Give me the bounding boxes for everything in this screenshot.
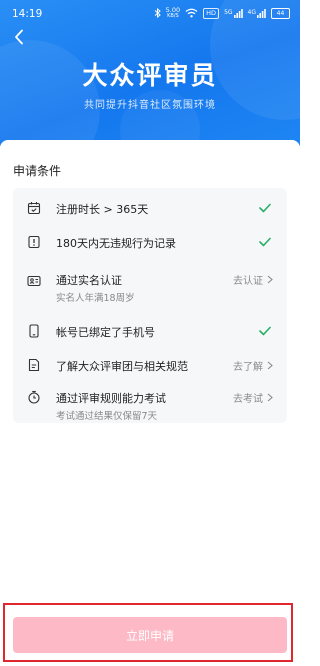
signal-4g: 4G — [248, 8, 266, 18]
condition-sub: 考试通过结果仅保留7天 — [56, 411, 158, 422]
calendar-icon — [27, 202, 41, 215]
reviewer-application-page: 14:19 5.00 KB/S HD 5G 4G 44 大众评审员 共同提升抖音… — [0, 0, 300, 666]
net-speed: 5.00 KB/S — [166, 7, 180, 19]
document-icon — [28, 358, 40, 372]
condition-label: 了解大众评审团与相关规范 — [56, 360, 188, 373]
stopwatch-icon — [28, 390, 40, 404]
header-banner: 14:19 5.00 KB/S HD 5G 4G 44 大众评审员 共同提升抖音… — [0, 0, 300, 146]
page-title: 大众评审员 — [82, 61, 218, 90]
condition-row-real-name: 通过实名认证 实名人年满18周岁 去认证 — [13, 262, 287, 308]
signal-5g-label: 5G — [224, 9, 233, 16]
status-icons: 5.00 KB/S HD 5G 4G 44 — [154, 7, 290, 19]
content-sheet: 申请条件 注册时长 > 365天 180天内无违规行为记录 通过实名认证 实名人… — [0, 140, 300, 666]
net-speed-unit: KB/S — [167, 13, 179, 19]
check-icon — [259, 326, 271, 336]
signal-bars-icon — [257, 9, 266, 18]
condition-label: 通过评审规则能力考试 — [56, 392, 166, 405]
back-button[interactable] — [8, 24, 30, 50]
conditions-card: 注册时长 > 365天 180天内无违规行为记录 通过实名认证 实名人年满18周… — [13, 188, 287, 423]
condition-row-no-violation: 180天内无违规行为记录 — [13, 222, 287, 262]
id-card-icon — [27, 275, 41, 287]
condition-row-exam: 通过评审规则能力考试 考试通过结果仅保留7天 去考试 — [13, 378, 287, 424]
chevron-right-icon — [267, 275, 273, 284]
battery-icon: 44 — [271, 7, 290, 19]
alert-doc-icon — [28, 235, 40, 249]
condition-label: 180天内无违规行为记录 — [56, 237, 176, 250]
section-title: 申请条件 — [13, 164, 62, 178]
signal-bars-icon — [233, 9, 243, 18]
phone-icon — [29, 324, 39, 338]
verify-button[interactable]: 去认证 — [233, 272, 273, 287]
check-icon — [259, 203, 271, 213]
chevron-left-icon — [15, 29, 23, 45]
learn-button-label: 去了解 — [233, 362, 263, 373]
status-time: 14:19 — [12, 8, 43, 20]
condition-label: 注册时长 > 365天 — [56, 203, 149, 216]
wifi-icon — [185, 8, 198, 18]
check-icon — [259, 237, 271, 247]
condition-sub: 实名人年满18周岁 — [56, 293, 135, 304]
apply-button[interactable]: 立即申请 — [13, 617, 287, 653]
learn-button[interactable]: 去了解 — [233, 358, 273, 373]
chevron-right-icon — [267, 361, 273, 370]
verify-button-label: 去认证 — [233, 276, 263, 287]
signal-4g-label: 4G — [247, 9, 256, 16]
exam-button-label: 去考试 — [233, 394, 263, 405]
signal-5g: 5G — [224, 8, 243, 18]
hd-badge: HD — [203, 7, 220, 19]
bluetooth-icon — [154, 8, 161, 18]
condition-label: 通过实名认证 — [56, 274, 122, 287]
condition-label: 帐号已绑定了手机号 — [56, 326, 155, 339]
exam-button[interactable]: 去考试 — [233, 390, 273, 405]
status-bar: 14:19 5.00 KB/S HD 5G 4G 44 — [0, 0, 300, 28]
page-subtitle: 共同提升抖音社区氛围环境 — [84, 100, 216, 111]
chevron-right-icon — [267, 393, 273, 402]
